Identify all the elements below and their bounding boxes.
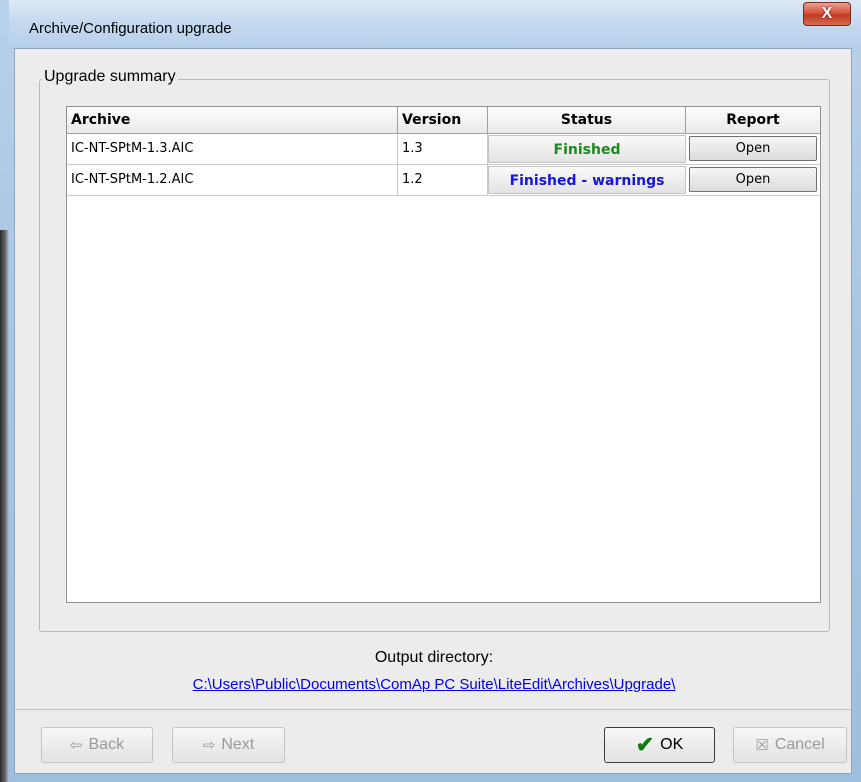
- open-report-button[interactable]: Open: [689, 136, 817, 161]
- checkmark-icon: ✔: [635, 732, 655, 757]
- output-directory-label: Output directory:: [374, 649, 494, 666]
- output-directory-link[interactable]: C:\Users\Public\Documents\ComAp PC Suite…: [15, 676, 853, 693]
- archive-cell: IC-NT-SPtM-1.3.AIC: [67, 134, 398, 164]
- close-icon: X: [821, 5, 833, 22]
- cancel-button[interactable]: ☒ Cancel: [733, 727, 847, 763]
- table-row[interactable]: IC-NT-SPtM-1.3.AIC 1.3 Finished Open: [67, 134, 820, 165]
- version-cell: 1.2: [398, 165, 488, 195]
- button-bar-divider: [15, 709, 851, 710]
- dialog-client-area: Upgrade summary Archive Version Status R…: [14, 48, 852, 774]
- column-header-archive[interactable]: Archive: [67, 107, 398, 133]
- archive-cell: IC-NT-SPtM-1.2.AIC: [67, 165, 398, 195]
- left-arrow-icon: ⇦: [69, 737, 83, 754]
- column-header-version[interactable]: Version: [398, 107, 488, 133]
- column-header-status[interactable]: Status: [488, 107, 686, 133]
- open-report-button[interactable]: Open: [689, 167, 817, 192]
- group-label: Upgrade summary: [42, 68, 178, 86]
- cancel-button-label: Cancel: [774, 736, 825, 753]
- status-cell: Finished: [488, 135, 686, 163]
- summary-table[interactable]: Archive Version Status Report IC-NT-SPtM…: [66, 106, 821, 603]
- back-button[interactable]: ⇦ Back: [41, 727, 153, 763]
- table-row[interactable]: IC-NT-SPtM-1.2.AIC 1.2 Finished - warnin…: [67, 165, 820, 196]
- back-button-label: Back: [88, 736, 125, 753]
- next-button[interactable]: ⇨ Next: [172, 727, 285, 763]
- window-title: Archive/Configuration upgrade: [29, 20, 232, 37]
- version-cell: 1.3: [398, 134, 488, 164]
- title-bar[interactable]: Archive/Configuration upgrade X: [9, 0, 861, 48]
- ok-button[interactable]: ✔ OK: [604, 727, 715, 763]
- table-header: Archive Version Status Report: [67, 107, 820, 134]
- status-cell: Finished - warnings: [488, 166, 686, 194]
- column-header-report[interactable]: Report: [686, 107, 820, 133]
- next-button-label: Next: [221, 736, 255, 753]
- window-shadow: [0, 230, 9, 782]
- right-arrow-icon: ⇨: [202, 737, 216, 754]
- close-button[interactable]: X: [803, 2, 851, 26]
- ok-button-label: OK: [660, 736, 684, 753]
- dialog-window: Archive/Configuration upgrade X Upgrade …: [0, 0, 861, 782]
- cancel-x-icon: ☒: [755, 737, 769, 754]
